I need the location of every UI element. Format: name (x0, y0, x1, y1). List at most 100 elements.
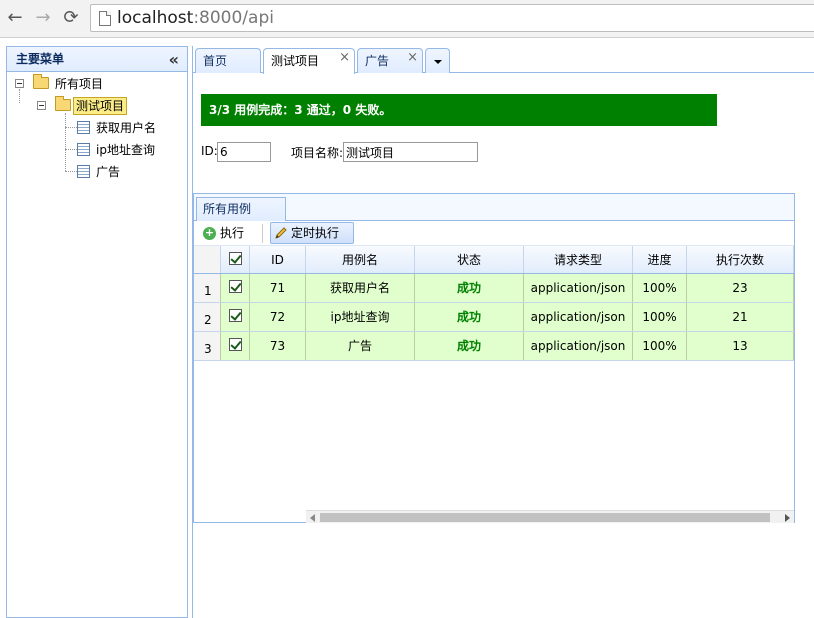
tree-node-root[interactable]: 所有项目 (13, 74, 183, 93)
cases-tab-bar: 所有用例 (194, 194, 794, 221)
tab-test-project[interactable]: 测试项目 × (263, 48, 355, 74)
tree-node-project[interactable]: 测试项目 (35, 96, 185, 115)
content-area: 首页 测试项目 × 广告 × 3/3 用例完成：3 通过，0 失败。 ID: 项… (192, 46, 814, 618)
row-checkbox[interactable] (221, 274, 250, 302)
url-path: :8000/api (193, 8, 274, 28)
tree-node-label: 测试项目 (73, 97, 128, 115)
reload-icon[interactable]: ⟳ (60, 7, 82, 29)
tree-node-case[interactable]: ip地址查询 (77, 141, 185, 159)
collapse-toggle-icon[interactable] (37, 101, 46, 110)
file-icon (77, 121, 90, 134)
tab-home[interactable]: 首页 (195, 48, 261, 73)
checkbox-icon (228, 252, 242, 265)
cell-name: 广告 (306, 332, 415, 360)
scheduled-run-label: 定时执行 (291, 226, 340, 240)
select-all-checkbox[interactable] (221, 246, 250, 273)
row-checkbox[interactable] (221, 332, 250, 360)
column-header-name[interactable]: 用例名 (306, 246, 415, 273)
cell-count: 13 (687, 332, 794, 360)
tree-node-label: 获取用户名 (96, 121, 157, 135)
run-button[interactable]: + 执行 (200, 223, 250, 244)
tab-dropdown-icon[interactable] (425, 48, 450, 73)
scrollbar-thumb[interactable] (320, 513, 770, 522)
pencil-icon (275, 227, 287, 239)
forward-icon[interactable]: → (32, 7, 54, 29)
cell-progress: 100% (633, 303, 687, 331)
cell-type: application/json (524, 303, 633, 331)
tree-line (65, 113, 66, 171)
table-row[interactable]: 3 73 广告 成功 application/json 100% 13 (194, 332, 794, 361)
tree-line (65, 149, 77, 150)
tree-node-case[interactable]: 获取用户名 (77, 119, 185, 137)
url-text[interactable]: localhost:8000/api (117, 8, 274, 28)
main-menu-header: 主要菜单 « (7, 47, 187, 72)
result-banner: 3/3 用例完成：3 通过，0 失败。 (201, 94, 717, 126)
main-menu-title: 主要菜单 (16, 52, 65, 66)
tab-ads[interactable]: 广告 × (357, 48, 423, 73)
rownum-header (194, 246, 221, 273)
run-button-label: 执行 (220, 226, 245, 240)
tab-label: 广告 (365, 54, 390, 68)
folder-open-icon (55, 96, 71, 111)
checkbox-icon (228, 280, 242, 293)
file-icon (77, 165, 90, 178)
cell-status: 成功 (415, 332, 524, 360)
tree-node-label: 所有项目 (55, 77, 104, 91)
grid-toolbar: + 执行 定时执行 (194, 221, 794, 246)
address-bar[interactable]: localhost:8000/api (90, 4, 814, 32)
collapse-icon[interactable]: « (169, 47, 179, 72)
row-checkbox[interactable] (221, 303, 250, 331)
tab-all-cases[interactable]: 所有用例 (196, 197, 286, 221)
cases-panel: 所有用例 + 执行 定时执行 ID 用例名 状态 请求类型 进度 执行次数 1 … (193, 193, 795, 523)
table-row[interactable]: 1 71 获取用户名 成功 application/json 100% 23 (194, 274, 794, 303)
id-field[interactable] (217, 142, 271, 162)
cell-count: 21 (687, 303, 794, 331)
tree-node-label: 广告 (96, 165, 121, 179)
cell-count: 23 (687, 274, 794, 302)
cell-status: 成功 (415, 274, 524, 302)
plus-circle-icon: + (203, 226, 216, 240)
checkbox-icon (228, 338, 242, 351)
row-number: 2 (194, 303, 221, 331)
scheduled-run-button[interactable]: 定时执行 (270, 222, 354, 244)
tab-bar: 首页 测试项目 × 广告 × (193, 46, 814, 74)
back-icon[interactable]: ← (4, 7, 26, 29)
tree-line (65, 127, 77, 128)
cell-id: 73 (250, 332, 306, 360)
column-header-type[interactable]: 请求类型 (524, 246, 633, 273)
toolbar-divider (262, 224, 263, 243)
column-header-count[interactable]: 执行次数 (687, 246, 794, 273)
tab-label: 首页 (203, 54, 228, 68)
cell-progress: 100% (633, 332, 687, 360)
scroll-right-icon[interactable] (785, 514, 790, 522)
horizontal-scrollbar[interactable] (306, 510, 794, 523)
tree-node-case[interactable]: 广告 (77, 163, 185, 181)
close-icon[interactable]: × (407, 46, 418, 70)
folder-open-icon (33, 74, 49, 89)
main-menu-panel: 主要菜单 « 所有项目 测试项目 获取用户名 ip地址查询 广告 (6, 46, 188, 618)
column-header-status[interactable]: 状态 (415, 246, 524, 273)
row-number: 1 (194, 274, 221, 302)
scroll-left-icon[interactable] (310, 514, 315, 522)
cell-status: 成功 (415, 303, 524, 331)
grid-header: ID 用例名 状态 请求类型 进度 执行次数 (194, 246, 794, 274)
close-icon[interactable]: × (339, 46, 350, 70)
collapse-toggle-icon[interactable] (15, 79, 24, 88)
column-header-id[interactable]: ID (250, 246, 306, 273)
cell-name: 获取用户名 (306, 274, 415, 302)
browser-toolbar: ← → ⟳ localhost:8000/api (0, 0, 814, 38)
url-host: localhost (117, 8, 194, 28)
file-icon (77, 143, 90, 156)
column-header-progress[interactable]: 进度 (633, 246, 687, 273)
project-name-field[interactable] (343, 142, 478, 162)
tree-node-label: ip地址查询 (96, 143, 155, 157)
table-row[interactable]: 2 72 ip地址查询 成功 application/json 100% 21 (194, 303, 794, 332)
tab-label: 测试项目 (271, 54, 320, 68)
cell-id: 71 (250, 274, 306, 302)
cell-id: 72 (250, 303, 306, 331)
cell-progress: 100% (633, 274, 687, 302)
cell-type: application/json (524, 274, 633, 302)
project-name-label: 项目名称: (291, 146, 344, 160)
id-label: ID: (201, 144, 218, 158)
row-number: 3 (194, 332, 221, 360)
